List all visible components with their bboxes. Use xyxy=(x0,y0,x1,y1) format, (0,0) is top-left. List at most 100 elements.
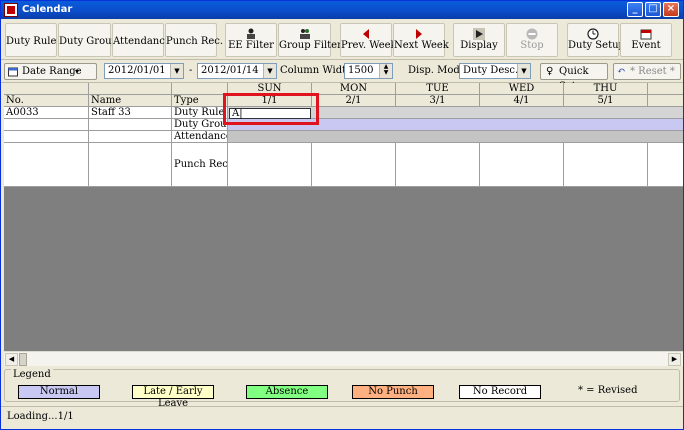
date-header-tue[interactable]: 3/1 xyxy=(396,95,480,107)
display-label: Display xyxy=(460,40,498,51)
type-column-header[interactable]: Type xyxy=(172,95,228,107)
day-header-wed[interactable]: WED xyxy=(480,83,564,95)
window-title: Calendar xyxy=(22,4,73,15)
group-filter-button[interactable]: Group Filter xyxy=(278,23,342,57)
punch-rec-button[interactable]: Punch Rec. xyxy=(165,23,224,57)
end-date-value: 2012/01/14 xyxy=(201,65,259,76)
stop-button[interactable]: Stop xyxy=(506,23,558,57)
duty-group-label: Duty Group xyxy=(59,36,118,47)
spinner-arrows-icon[interactable]: ▲ ▼ xyxy=(379,64,392,78)
reset-button[interactable]: ↶ * Reset * xyxy=(613,63,681,80)
no-header-top xyxy=(4,83,89,95)
type-duty-rule: Duty Rule xyxy=(172,107,228,119)
end-date-picker[interactable]: 2012/01/14 ▼ xyxy=(197,63,277,79)
duty-rule-label: Duty Rule xyxy=(6,36,57,47)
punch-rec-label: Punch Rec. xyxy=(166,36,224,47)
name-column-header[interactable]: Name xyxy=(89,95,172,107)
disp-mode-label: Disp. Mode xyxy=(408,65,466,76)
clock-icon xyxy=(587,28,599,40)
duty-setup-label: Duty Setup xyxy=(568,40,625,51)
duty-setup-button[interactable]: Duty Setup xyxy=(567,23,625,57)
scroll-thumb[interactable] xyxy=(19,353,27,366)
start-date-picker[interactable]: 2012/01/01 ▼ xyxy=(104,63,184,79)
punch-cell-mon[interactable] xyxy=(312,143,396,187)
duty-rule-button[interactable]: Duty Rule xyxy=(5,23,57,57)
column-width-value: 1500 xyxy=(348,65,374,76)
day-header-tue[interactable]: TUE xyxy=(396,83,480,95)
legend-title: Legend xyxy=(11,369,53,380)
group-filter-label: Group Filter xyxy=(279,40,342,51)
name-header-top xyxy=(89,83,172,95)
status-bar: Loading...1/1 xyxy=(1,406,683,428)
horizontal-scrollbar[interactable]: ◀ ▶ xyxy=(4,351,683,366)
filter-bar: Date Range ▾ 2012/01/01 ▼ - 2012/01/14 ▼… xyxy=(1,61,683,92)
calendar-small-icon xyxy=(8,67,18,77)
lightbulb-icon: ♀ xyxy=(546,66,554,77)
quick-set-button[interactable]: ♀ Quick Set xyxy=(540,63,608,92)
app-icon xyxy=(4,3,18,17)
dropdown-arrow-icon: ▾ xyxy=(75,67,80,76)
play-icon xyxy=(473,28,485,40)
legend-absence: Absence xyxy=(246,385,328,399)
employee-name-blank xyxy=(89,131,172,143)
group-filter-icon xyxy=(299,29,310,39)
day-header-mon[interactable]: MON xyxy=(312,83,396,95)
attendance-button[interactable]: Attendance xyxy=(112,23,171,57)
legend-late-early: Late / Early Leave xyxy=(132,385,214,409)
date-header-wed[interactable]: 4/1 xyxy=(480,95,564,107)
punch-cell-tue[interactable] xyxy=(396,143,480,187)
stop-label: Stop xyxy=(520,40,544,51)
attendance-row[interactable] xyxy=(228,131,683,143)
employee-no-blank xyxy=(4,131,89,143)
scroll-left-icon[interactable]: ◀ xyxy=(5,353,18,366)
arrow-right-icon xyxy=(416,29,422,39)
date-header-next xyxy=(648,95,683,107)
day-header-next xyxy=(648,83,683,95)
scroll-right-icon[interactable]: ▶ xyxy=(668,353,681,366)
duty-group-button[interactable]: Duty Group xyxy=(58,23,118,57)
type-attendance: Attendance xyxy=(172,131,228,143)
disp-mode-value: Duty Desc. xyxy=(463,65,519,76)
event-label: Event xyxy=(631,40,661,51)
employee-no-blank xyxy=(4,143,89,187)
column-width-label: Column Width xyxy=(280,65,353,76)
ee-filter-button[interactable]: EE Filter xyxy=(225,23,277,57)
employee-no-cell[interactable]: A0033 xyxy=(4,107,89,119)
date-range-label: Date Range xyxy=(22,66,82,77)
date-header-mon[interactable]: 2/1 xyxy=(312,95,396,107)
reset-label: * Reset * xyxy=(630,66,675,77)
calendar-window: Calendar _ □ × Duty Rule Duty Group Atte… xyxy=(0,0,684,430)
employee-no-blank xyxy=(4,119,89,131)
ee-filter-label: EE Filter xyxy=(228,40,274,51)
next-week-button[interactable]: Next Week xyxy=(393,23,449,57)
calendar-icon xyxy=(640,29,652,40)
legend-box: Legend Normal Late / Early Leave Absence… xyxy=(4,369,680,409)
prev-week-button[interactable]: Prev. Week xyxy=(340,23,397,57)
no-column-header[interactable]: No. xyxy=(4,95,89,107)
start-date-value: 2012/01/01 xyxy=(108,65,166,76)
punch-cell-wed[interactable] xyxy=(480,143,564,187)
title-bar: Calendar _ □ × xyxy=(1,1,683,19)
type-header-top xyxy=(172,83,228,95)
employee-name-cell[interactable]: Staff 33 xyxy=(89,107,172,119)
arrow-left-icon xyxy=(363,29,369,39)
punch-cell-next[interactable] xyxy=(648,143,683,187)
chevron-down-icon[interactable]: ▼ xyxy=(263,64,276,78)
chevron-down-icon[interactable]: ▼ xyxy=(170,64,183,78)
display-button[interactable]: Display xyxy=(453,23,505,57)
day-header-thu[interactable]: THU xyxy=(564,83,648,95)
date-range-button[interactable]: Date Range ▾ xyxy=(4,63,97,80)
chevron-down-icon[interactable]: ▼ xyxy=(517,64,530,78)
close-button[interactable]: × xyxy=(663,2,679,17)
column-width-spinner[interactable]: 1500 ▲ ▼ xyxy=(344,63,393,79)
event-button[interactable]: Event xyxy=(620,23,672,57)
punch-cell-sun[interactable] xyxy=(228,143,312,187)
date-header-thu[interactable]: 5/1 xyxy=(564,95,648,107)
employee-name-blank xyxy=(89,119,172,131)
minimize-button[interactable]: _ xyxy=(627,2,643,17)
punch-cell-thu[interactable] xyxy=(564,143,648,187)
undo-icon: ↶ xyxy=(617,66,626,77)
maximize-button[interactable]: □ xyxy=(645,2,661,17)
disp-mode-select[interactable]: Duty Desc. ▼ xyxy=(459,63,531,79)
status-text: Loading...1/1 xyxy=(7,411,74,422)
